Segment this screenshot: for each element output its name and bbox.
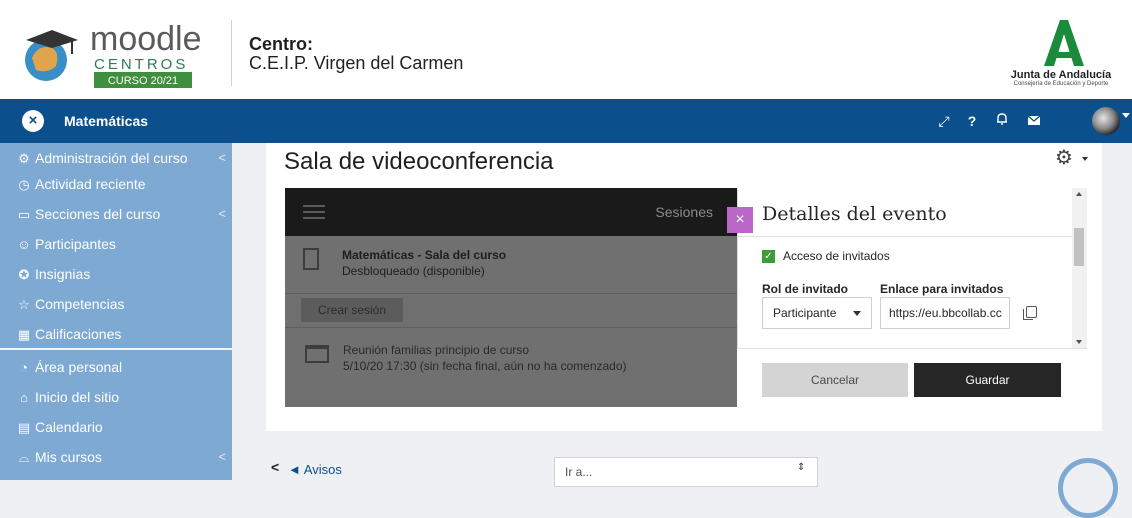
sidebar-item-label: Inicio del sitio: [35, 389, 120, 405]
scrollbar-thumb[interactable]: [1074, 228, 1084, 266]
copy-icon[interactable]: [1023, 306, 1037, 320]
sidebar-item-mis-cursos[interactable]: ⌓ Mis cursos <: [16, 446, 226, 468]
select-caret-icon[interactable]: ⇕: [797, 462, 805, 473]
panel-divider: [737, 236, 1072, 237]
sidebar-item-label: Competencias: [35, 296, 125, 312]
junta-emblem-icon: [1044, 20, 1084, 66]
star-icon: ☆: [18, 297, 30, 312]
centro-info: Centro: C.E.I.P. Virgen del Carmen: [249, 35, 463, 73]
settings-gear-icon[interactable]: ⚙: [1055, 145, 1073, 170]
panel-scrollbar[interactable]: [1072, 188, 1087, 348]
prev-activity-link[interactable]: ◄ Avisos: [288, 462, 342, 477]
clock-icon: ◷: [18, 177, 30, 192]
panel-title: Detalles del evento: [762, 203, 947, 225]
site-header: moodle CENTROS CURSO 20/21 Centro: C.E.I…: [0, 0, 1132, 99]
sidebar-item-participantes[interactable]: ☺ Participantes: [16, 233, 116, 255]
page-title: Sala de videoconferencia: [284, 148, 554, 175]
guest-access-checkbox[interactable]: ✓: [762, 250, 775, 263]
collaborate-frame: Sesiones Matemáticas - Sala del curso De…: [285, 188, 737, 407]
calendar-icon: [305, 345, 329, 363]
chevron-left-icon: <: [218, 150, 226, 165]
sidebar-item-area-personal[interactable]: ◔ Área personal: [16, 356, 122, 378]
folder-icon: ▭: [17, 207, 31, 222]
scroll-down-icon[interactable]: [1076, 340, 1082, 344]
save-button[interactable]: Guardar: [914, 363, 1061, 397]
sidebar-item-label: Área personal: [35, 359, 123, 375]
grades-icon: ▦: [17, 327, 31, 342]
chevron-left-icon[interactable]: <: [271, 459, 279, 475]
create-session-button[interactable]: Crear sesión: [301, 298, 404, 322]
junta-sub: Consejería de Educación y Deporte: [1013, 81, 1109, 87]
dashboard-icon: ◔: [20, 360, 28, 375]
chevron-left-icon: <: [218, 206, 226, 221]
guest-role-label: Rol de invitado: [762, 282, 849, 296]
bell-icon[interactable]: [992, 111, 1012, 131]
sidebar-item-label: Actividad reciente: [35, 176, 146, 192]
close-panel-icon[interactable]: ×: [727, 207, 753, 233]
sidebar-item-actividad[interactable]: ◷ Actividad reciente: [16, 173, 146, 195]
junta-name: Junta de Andalucía: [1010, 69, 1112, 81]
room-status: Desbloqueado (disponible): [342, 264, 485, 278]
user-menu-caret-icon[interactable]: [1122, 113, 1130, 118]
centro-label: Centro:: [249, 34, 313, 54]
logo-badge: CURSO 20/21: [108, 75, 178, 87]
badge-icon: ✪: [18, 267, 30, 282]
session-name[interactable]: Reunión familias principio de curso: [343, 343, 529, 357]
room-name: Matemáticas - Sala del curso: [342, 248, 507, 262]
sidebar-item-calificaciones[interactable]: ▦ Calificaciones: [16, 323, 122, 345]
help-icon[interactable]: ?: [962, 111, 982, 131]
sidebar-item-label: Administración del curso: [35, 150, 188, 166]
people-icon: ☺: [17, 237, 31, 252]
home-icon: ⌂: [20, 390, 28, 405]
course-name[interactable]: Matemáticas: [64, 113, 148, 129]
guest-link-label: Enlace para invitados: [880, 282, 1004, 296]
gear-icon: ⚙: [18, 151, 30, 166]
close-drawer-icon[interactable]: ×: [22, 110, 44, 132]
sessions-label[interactable]: Sesiones: [655, 204, 713, 220]
expand-icon[interactable]: ⤢: [934, 111, 954, 131]
sidebar-item-label: Secciones del curso: [35, 206, 161, 222]
course-sidebar: ⚙ Administración del curso < ◷ Actividad r…: [0, 143, 232, 480]
sidebar-item-label: Insignias: [35, 266, 91, 282]
calendar-icon: ▤: [17, 420, 31, 435]
door-icon: [303, 248, 319, 270]
cancel-button[interactable]: Cancelar: [762, 363, 908, 397]
centro-name: C.E.I.P. Virgen del Carmen: [249, 53, 464, 73]
logo-word: moodle: [90, 20, 200, 58]
sidebar-item-calendario[interactable]: ▤ Calendario: [16, 416, 103, 438]
chevron-down-icon[interactable]: [853, 311, 861, 316]
sidebar-item-label: Mis cursos: [35, 449, 102, 465]
moodle-centros-logo[interactable]: moodle CENTROS CURSO 20/21: [22, 14, 200, 90]
mail-icon[interactable]: [1024, 111, 1044, 131]
menu-icon[interactable]: [303, 205, 325, 219]
logo-sub: CENTROS: [94, 56, 188, 73]
course-navbar: × Matemáticas ⤢ ?: [0, 99, 1132, 143]
jump-to-select[interactable]: Ir a...: [554, 457, 818, 487]
session-date: 5/10/20 17:30 (sin fecha final, aún no h…: [343, 359, 627, 373]
collaborate-topbar: Sesiones: [285, 188, 737, 236]
sidebar-item-label: Calendario: [35, 419, 103, 435]
sidebar-item-label: Calificaciones: [35, 326, 122, 342]
sidebar-item-administracion[interactable]: ⚙ Administración del curso <: [16, 147, 226, 169]
mortarboard-icon: ⌓: [18, 450, 30, 465]
sidebar-item-competencias[interactable]: ☆ Competencias: [16, 293, 125, 315]
chevron-down-icon[interactable]: [1082, 157, 1088, 161]
sidebar-item-secciones[interactable]: ▭ Secciones del curso <: [16, 203, 226, 225]
chevron-left-icon: <: [218, 449, 226, 464]
course-room-row[interactable]: Matemáticas - Sala del curso Desbloquead…: [285, 236, 737, 294]
header-divider: [231, 20, 232, 86]
guest-access-label[interactable]: Acceso de invitados: [783, 249, 890, 263]
create-session-row: Crear sesión: [285, 294, 737, 328]
sidebar-item-insignias[interactable]: ✪ Insignias: [16, 263, 91, 285]
user-avatar[interactable]: [1092, 107, 1120, 135]
chat-bubble-icon[interactable]: [1058, 458, 1118, 518]
scroll-up-icon[interactable]: [1076, 192, 1082, 196]
guest-link-input[interactable]: [880, 297, 1010, 329]
sidebar-item-label: Participantes: [35, 236, 116, 252]
sidebar-item-inicio[interactable]: ⌂ Inicio del sitio: [16, 386, 119, 408]
sidebar-divider: [0, 348, 232, 350]
junta-logo[interactable]: Junta de Andalucía Consejería de Educaci…: [1004, 18, 1118, 90]
